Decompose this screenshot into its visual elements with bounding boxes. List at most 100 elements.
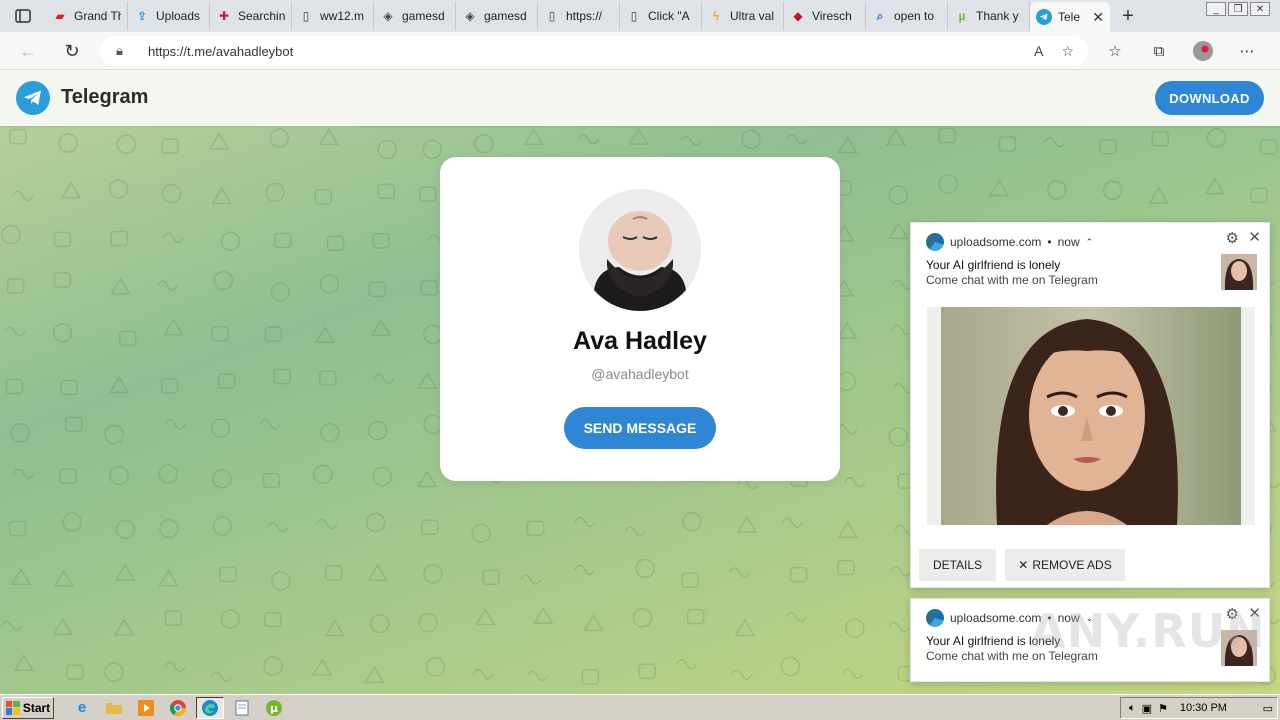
doodle-shape (422, 139, 442, 160)
doodle-shape (115, 519, 136, 540)
tab-label: Thank y (976, 9, 1019, 23)
minimize-button[interactable]: _ (1206, 2, 1226, 16)
tab-label: open to (894, 9, 935, 23)
doodle-shape (680, 135, 702, 147)
doodle-shape (472, 668, 494, 680)
gear-icon[interactable]: ⚙ (1226, 229, 1239, 247)
doodle-shape (104, 662, 124, 682)
start-button[interactable]: Start (2, 696, 54, 719)
ie-icon[interactable]: e (68, 697, 96, 719)
refresh-button[interactable]: ↻ (54, 35, 90, 67)
svg-text:µ: µ (270, 702, 278, 715)
edge-icon (926, 233, 944, 251)
doodle-shape (118, 330, 137, 347)
flag-icon[interactable]: ⚑ (1158, 702, 1168, 715)
doodle-shape (0, 620, 23, 632)
doodle-shape (581, 669, 600, 685)
close-window-button[interactable]: ✕ (1250, 2, 1270, 16)
add-favorite-icon[interactable]: ☆ (1061, 43, 1074, 60)
send-message-button[interactable]: SEND MESSAGE (564, 407, 716, 449)
remove-ads-button[interactable]: ✕ REMOVE ADS (1005, 549, 1125, 581)
network-icon[interactable]: ▣ (1142, 702, 1152, 715)
telegram-brand-name[interactable]: Telegram (61, 86, 148, 109)
telegram-logo-icon[interactable] (16, 81, 50, 115)
doodle-shape (12, 190, 34, 202)
doodle-shape (113, 618, 135, 636)
favorites-icon[interactable]: ☆ (1100, 36, 1130, 66)
gamesd-icon: ◈ (383, 9, 393, 23)
tab-6[interactable]: ▯ https:// (538, 2, 620, 30)
media-icon[interactable] (132, 697, 160, 719)
notepad-icon[interactable] (228, 697, 256, 719)
doodle-shape (890, 566, 912, 577)
profile-photo (579, 189, 701, 311)
tab-label: Viresch (812, 9, 852, 23)
tab-1[interactable]: ⇪ Uploads (128, 2, 210, 30)
tab-4[interactable]: ◈ gamesd (374, 2, 456, 30)
tab-5[interactable]: ◈ gamesd (456, 2, 538, 30)
doodle-shape (682, 511, 702, 532)
doodle-shape (263, 656, 283, 676)
tab-7[interactable]: ▯ Click "A (620, 2, 702, 30)
doodle-shape (164, 610, 183, 626)
new-tab-button[interactable]: + (1110, 0, 1146, 32)
source-domain: uploadsome.com (950, 235, 1042, 249)
folder-icon[interactable] (100, 697, 128, 719)
notification-expanded[interactable]: uploadsome.com • now ⌃ ⚙ ✕ Your AI girlf… (910, 222, 1270, 588)
collections-icon[interactable]: ⧉ (1144, 36, 1174, 66)
tab-11[interactable]: µ Thank y (948, 2, 1030, 30)
doodle-shape (367, 563, 388, 581)
page-icon: ▯ (630, 9, 638, 23)
details-button[interactable]: DETAILS (919, 549, 996, 581)
tab-3[interactable]: ▯ ww12.m (292, 2, 374, 30)
tab-telegram-active[interactable]: Tele ✕ (1030, 2, 1110, 32)
source-domain: uploadsome.com (950, 611, 1042, 625)
chrome-icon[interactable] (164, 697, 192, 719)
tab-2[interactable]: ✚ Searchin (210, 2, 292, 30)
show-desktop-icon[interactable]: ▭ (1263, 702, 1273, 715)
volume-icon[interactable]: 🔈︎ (1129, 702, 1136, 715)
profile-button[interactable] (1188, 36, 1218, 66)
tab-10[interactable]: ⌕ open to (866, 2, 948, 30)
doodle-shape (837, 520, 859, 538)
restore-button[interactable]: ❐ (1228, 2, 1248, 16)
doodle-shape (219, 566, 237, 583)
taskbar: Start e µ 🔈︎ ▣ ⚑ 10:30 PM ▭ (0, 694, 1280, 720)
doodle-shape (212, 516, 233, 536)
edge-icon[interactable] (196, 696, 224, 719)
windows-logo-icon (5, 700, 20, 715)
doodle-shape (888, 185, 908, 205)
tab-9[interactable]: ◆ Viresch (784, 2, 866, 30)
doodle-shape (114, 563, 136, 581)
doodle-shape (53, 231, 72, 248)
doodle-shape (888, 427, 909, 447)
chevron-up-icon[interactable]: ⌃ (1086, 237, 1094, 248)
doodle-shape (526, 520, 545, 536)
doodle-shape (1102, 180, 1123, 201)
tab-0[interactable]: ▰ Grand Th (46, 2, 128, 30)
clock[interactable]: 10:30 PM (1180, 702, 1227, 714)
doodle-shape (158, 464, 179, 484)
edge-icon (926, 609, 944, 627)
doodle-shape (110, 277, 131, 295)
close-icon[interactable]: ✕ (1248, 228, 1261, 246)
back-button[interactable]: ← (10, 35, 46, 67)
doodle-shape (425, 657, 446, 677)
doodle-shape (316, 518, 338, 530)
doodle-shape (370, 613, 390, 634)
close-tab-icon[interactable]: ✕ (1092, 9, 1104, 26)
doodle-shape (526, 670, 549, 682)
read-aloud-icon[interactable]: A (1034, 43, 1043, 60)
doodle-shape (1259, 139, 1278, 155)
doodle-shape (373, 373, 395, 385)
utorrent-icon[interactable]: µ (260, 697, 288, 719)
download-button[interactable]: DOWNLOAD (1155, 81, 1264, 115)
doodle-shape (638, 663, 657, 679)
browser-toolbar: ← ↻ 🔒︎ https://t.me/avahadleybot A ☆ ☆ ⧉… (0, 32, 1280, 70)
address-bar[interactable]: 🔒︎ https://t.me/avahadleybot A ☆ (100, 36, 1088, 66)
tab-actions-button[interactable] (0, 0, 46, 32)
tab-8[interactable]: ϟ Ultra val (702, 2, 784, 30)
tab-label: https:// (566, 9, 603, 23)
doodle-shape (161, 183, 182, 204)
more-menu-icon[interactable]: ⋯ (1232, 36, 1262, 66)
